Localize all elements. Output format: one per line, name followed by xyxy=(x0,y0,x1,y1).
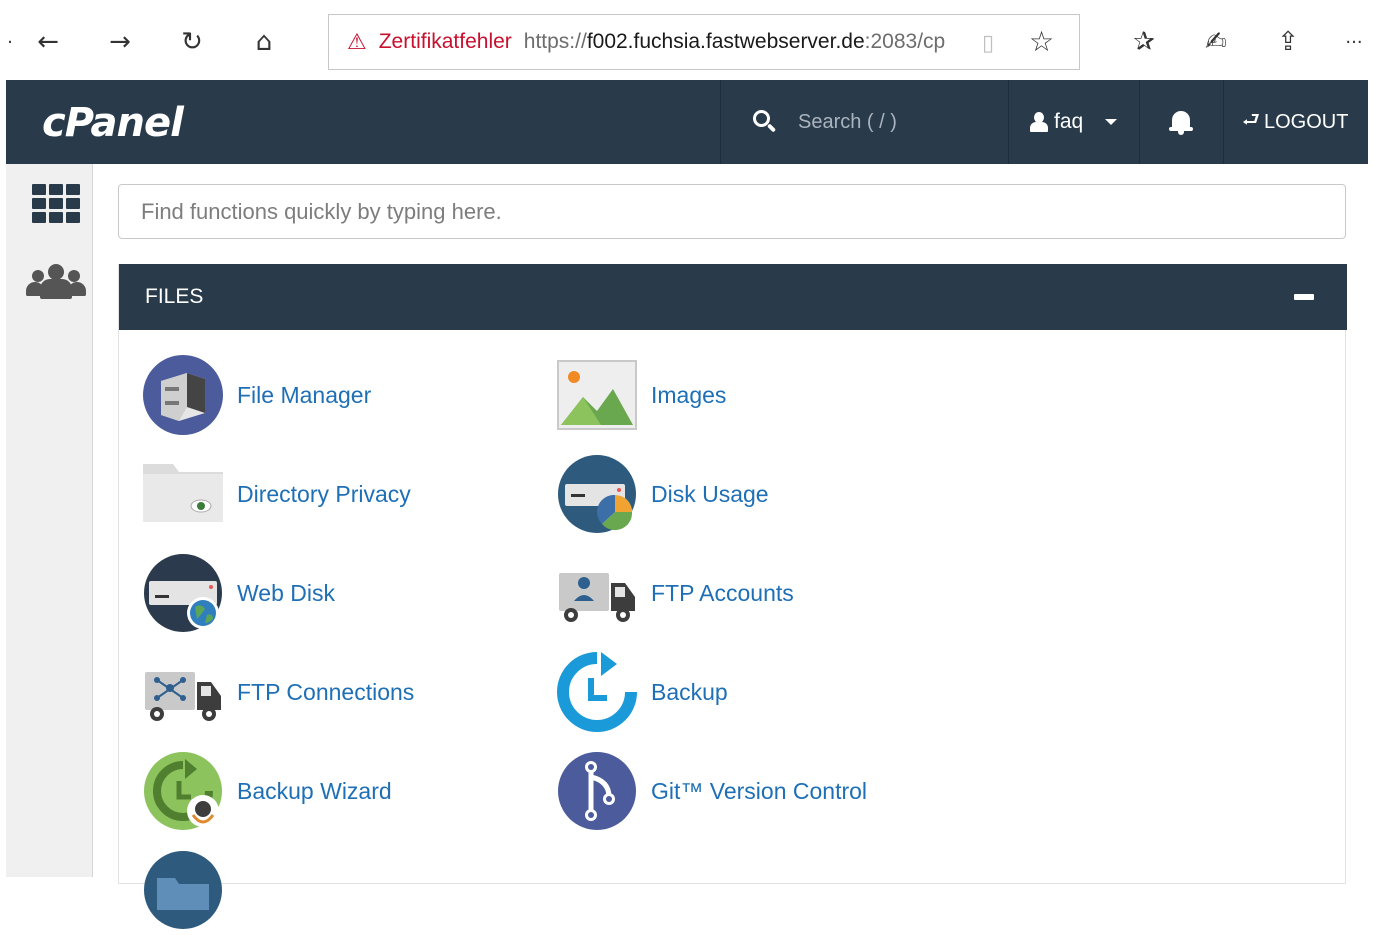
url-host: f002.fuchsia.fastwebserver.de xyxy=(586,30,865,53)
web-disk-label: Web Disk xyxy=(237,579,335,606)
browser-toolbar: · ← → ↻ ⌂ ⚠ Zertifikatfehler https://f00… xyxy=(0,0,1373,80)
user-icon xyxy=(1030,112,1048,132)
cpanel-logo[interactable]: cPanel xyxy=(42,100,184,146)
ftp-accounts-label: FTP Accounts xyxy=(651,579,794,606)
back-button[interactable]: ← xyxy=(30,24,66,60)
file-manager-icon xyxy=(143,355,223,435)
chevron-down-icon xyxy=(1105,119,1118,125)
files-section-header[interactable]: FILES xyxy=(119,264,1347,330)
ftp-connections-link[interactable]: FTP Connections xyxy=(143,652,414,732)
backup-link[interactable]: Backup xyxy=(557,652,728,732)
web-disk-link[interactable]: Web Disk xyxy=(143,553,335,633)
git-version-control-label: Git™ Version Control xyxy=(651,777,868,804)
url-scheme: https:// xyxy=(523,30,587,53)
search-icon xyxy=(752,109,778,135)
logout-button[interactable]: ⮐ LOGOUT xyxy=(1223,80,1368,164)
left-sidebar xyxy=(6,164,93,877)
images-icon xyxy=(557,355,637,435)
logout-icon: ⮐ xyxy=(1242,107,1260,131)
certificate-error-label[interactable]: Zertifikatfehler xyxy=(379,30,512,54)
address-bar[interactable]: ⚠ Zertifikatfehler https://f002.fuchsia.… xyxy=(328,14,1080,70)
git-version-control-link[interactable]: Git™ Version Control xyxy=(557,751,867,831)
bell-icon xyxy=(1169,109,1193,135)
directory-privacy-link[interactable]: Directory Privacy xyxy=(143,454,411,534)
favorites-icon[interactable]: ✰ xyxy=(1126,24,1162,60)
folder-icon xyxy=(143,850,223,930)
pen-icon[interactable]: ✍ xyxy=(1198,24,1234,60)
disk-usage-label: Disk Usage xyxy=(651,480,769,507)
backup-icon xyxy=(557,652,637,732)
directory-privacy-icon xyxy=(143,454,223,534)
notifications-button[interactable] xyxy=(1139,80,1223,164)
warning-icon: ⚠ xyxy=(347,29,367,55)
images-label: Images xyxy=(651,381,727,408)
user-name: faq xyxy=(1054,110,1084,133)
home-button[interactable]: ⌂ xyxy=(246,24,282,60)
ftp-connections-label: FTP Connections xyxy=(237,678,415,705)
folder-item-partial[interactable] xyxy=(143,850,223,930)
ftp-accounts-link[interactable]: FTP Accounts xyxy=(557,553,794,633)
backup-wizard-label: Backup Wizard xyxy=(237,777,392,804)
images-link[interactable]: Images xyxy=(557,355,726,435)
disk-usage-link[interactable]: Disk Usage xyxy=(557,454,769,534)
backup-label: Backup xyxy=(651,678,728,705)
logout-label: LOGOUT xyxy=(1264,110,1349,133)
quick-find-input[interactable] xyxy=(118,184,1346,239)
ftp-connections-icon xyxy=(143,652,223,732)
cpanel-header: cPanel Search ( / ) faq ⮐ LOGOUT xyxy=(6,80,1368,164)
forward-button[interactable]: → xyxy=(102,24,138,60)
search-placeholder: Search ( / ) xyxy=(798,110,897,133)
directory-privacy-label: Directory Privacy xyxy=(237,480,411,507)
backup-wizard-icon xyxy=(143,751,223,831)
files-section: FILES File Manager Images Directory Priv… xyxy=(118,264,1347,929)
header-search[interactable]: Search ( / ) xyxy=(720,80,1008,164)
disk-usage-icon xyxy=(557,454,637,534)
git-version-control-icon xyxy=(557,751,637,831)
more-left-icon: · xyxy=(7,31,13,53)
backup-wizard-link[interactable]: Backup Wizard xyxy=(143,751,392,831)
tools-grid-icon[interactable] xyxy=(32,184,80,226)
file-manager-label: File Manager xyxy=(237,381,372,408)
file-manager-link[interactable]: File Manager xyxy=(143,355,371,435)
share-icon[interactable]: ⇪ xyxy=(1270,24,1306,60)
favorite-star-icon[interactable]: ☆ xyxy=(1029,25,1054,58)
reading-view-icon[interactable]: ▯ xyxy=(974,29,1002,57)
collapse-icon[interactable] xyxy=(1294,294,1314,300)
files-section-title: FILES xyxy=(145,285,204,308)
ftp-accounts-icon xyxy=(557,553,637,633)
web-disk-icon xyxy=(143,553,223,633)
refresh-button[interactable]: ↻ xyxy=(174,24,210,60)
more-icon[interactable]: ··· xyxy=(1336,24,1372,60)
url-path: :2083/cp xyxy=(864,30,946,53)
users-icon[interactable] xyxy=(26,264,86,302)
user-menu[interactable]: faq xyxy=(1008,80,1139,164)
